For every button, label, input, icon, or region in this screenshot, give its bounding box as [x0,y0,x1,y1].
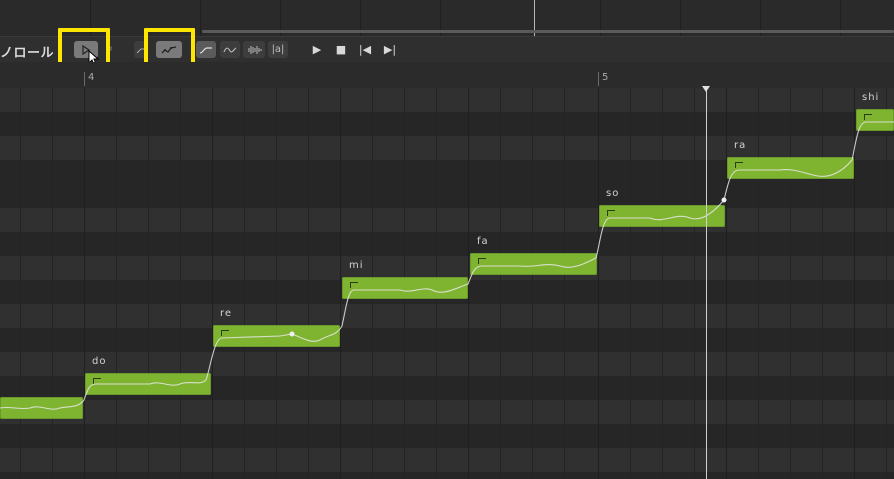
arrangement-strip [0,0,894,36]
vibrato-mode-button[interactable] [220,41,240,58]
pitch-control-point[interactable] [721,197,727,203]
pianoroll-toolbar: ノロール |a| ▶ ■ |◀ ▶| [0,36,894,63]
playhead-handle[interactable] [702,86,710,92]
bar-marker [84,72,85,86]
waveform-mode-button[interactable] [243,41,265,58]
phoneme-mode-button[interactable]: |a| [268,41,288,58]
highlight-pitch-tool [144,28,195,66]
grid-line [200,0,201,36]
playhead[interactable] [706,88,707,479]
panel-title: ノロール [0,46,55,61]
stop-icon: ■ [335,43,347,56]
horizontal-scrollbar[interactable] [202,30,894,33]
pitch-curve[interactable] [0,88,894,479]
forward-button[interactable]: ▶| [382,41,398,58]
bar-marker [598,72,599,86]
waveform-icon [248,45,262,54]
phoneme-label: |a| [271,44,285,55]
highlight-select-tool [58,28,110,66]
pitch-line-icon [199,46,212,54]
pitch-control-point[interactable] [289,331,295,337]
bar-number-4: 4 [88,72,95,83]
stop-button[interactable]: ■ [333,41,349,58]
vibrato-icon [223,47,237,52]
play-icon: ▶ [312,43,322,56]
bar-number-5: 5 [602,72,609,83]
rewind-button[interactable]: |◀ [357,41,373,58]
skip-back-icon: |◀ [358,43,372,56]
timeline-ruler[interactable]: 4 5 [0,62,894,88]
skip-forward-icon: ▶| [383,43,397,56]
play-button[interactable]: ▶ [309,41,325,58]
pitch-line-mode-button[interactable] [196,41,216,58]
